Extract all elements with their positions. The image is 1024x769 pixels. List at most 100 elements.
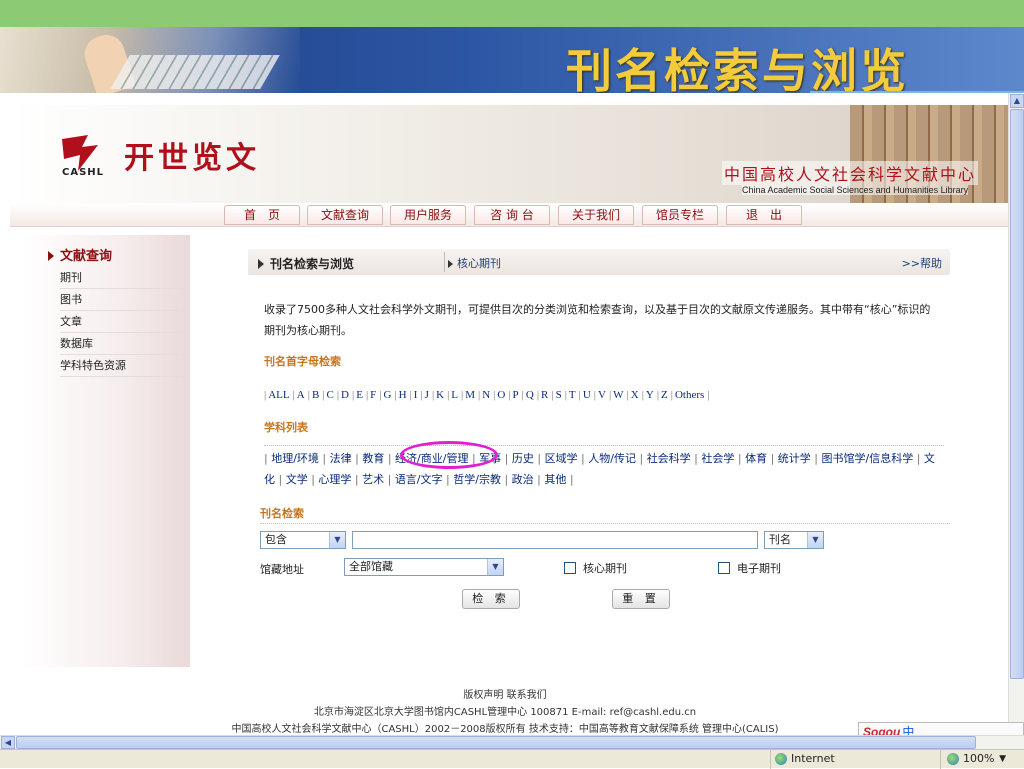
subject-link[interactable]: 社会学 (701, 452, 741, 465)
nav-user-services[interactable]: 用户服务 (390, 205, 466, 225)
letter-link-b[interactable]: B (308, 389, 320, 401)
letter-link-f[interactable]: F (366, 389, 376, 401)
sidebar-item-books[interactable]: 图书 (60, 289, 190, 311)
letter-link-p[interactable]: P (508, 389, 518, 401)
chevron-down-icon: ▼ (329, 532, 345, 548)
zoom-level: 100% (963, 752, 995, 765)
subject-link[interactable]: 心理学 (318, 473, 358, 486)
sidebar-item-databases[interactable]: 数据库 (60, 333, 190, 355)
search-input[interactable] (352, 531, 758, 549)
subject-link[interactable]: 其他 (544, 473, 573, 486)
footer-links[interactable]: 版权声明 联系我们 (0, 687, 1010, 704)
subject-link[interactable]: 地理/环境 (271, 452, 326, 465)
letter-link-c[interactable]: C (322, 389, 334, 401)
cashl-site: CASHL 开世览文 中国高校人文社会科学文献中心 China Academic… (10, 93, 1008, 667)
nav-literature-search[interactable]: 文献查询 (307, 205, 383, 225)
subject-link[interactable]: 历史 (512, 452, 541, 465)
triangle-right-icon (258, 259, 264, 269)
scroll-up-icon[interactable]: ▲ (1010, 94, 1024, 108)
subject-link[interactable]: 图书馆学/信息科学 (822, 452, 921, 465)
globe-icon (775, 753, 787, 765)
zoom-icon (947, 753, 959, 765)
sidebar-item-special-resources[interactable]: 学科特色资源 (60, 355, 190, 377)
letter-link-d[interactable]: D (337, 389, 349, 401)
letter-link-t[interactable]: T (565, 389, 576, 401)
letter-link-w[interactable]: W (609, 389, 624, 401)
subject-link[interactable]: 教育 (362, 452, 391, 465)
vertical-scrollbar[interactable]: ▲ (1008, 93, 1024, 735)
letter-link-o[interactable]: O (493, 389, 505, 401)
center-name-english: China Academic Social Sciences and Human… (742, 185, 969, 195)
letter-link-m[interactable]: M (461, 389, 475, 401)
scroll-thumb-horizontal[interactable] (16, 736, 976, 749)
location-select[interactable]: 全部馆藏 ▼ (344, 558, 504, 576)
electronic-journals-checkbox-label: 电子期刊 (737, 562, 781, 575)
main-content: 刊名检索与浏览 核心期刊 >>帮助 收录了7500多种人文社会科学外文期刊，可提… (248, 235, 960, 667)
nav-logout[interactable]: 退 出 (726, 205, 802, 225)
panel-title-text: 刊名检索与浏览 (270, 257, 355, 271)
letter-link-x[interactable]: X (627, 389, 639, 401)
logo-subtext: CASHL (62, 167, 105, 178)
letter-link-others[interactable]: Others (671, 389, 705, 401)
footer-address: 北京市海淀区北京大学图书馆内CASHL管理中心 100871 E-mail: r… (313, 707, 697, 718)
nav-help-desk[interactable]: 咨 询 台 (474, 205, 550, 225)
logo-text: 开世览文 (124, 141, 260, 176)
letter-link-y[interactable]: Y (642, 389, 654, 401)
core-journals-checkbox[interactable]: 核心期刊 (564, 560, 627, 576)
letter-link-e[interactable]: E (352, 389, 363, 401)
subject-link[interactable]: 人物/传记 (588, 452, 643, 465)
core-journals-link[interactable]: 核心期刊 (448, 255, 501, 271)
letter-link-r[interactable]: R (537, 389, 549, 401)
sidebar: 文献查询 期刊 图书 文章 数据库 学科特色资源 (20, 235, 190, 667)
subject-link[interactable]: 哲学/宗教 (453, 473, 508, 486)
subject-link[interactable]: 文学 (286, 473, 315, 486)
match-type-value: 包含 (265, 533, 287, 546)
checkbox-icon (718, 562, 730, 574)
letter-link-z[interactable]: Z (657, 389, 668, 401)
reset-button[interactable]: 重 置 (612, 589, 670, 609)
letter-link-u[interactable]: U (579, 389, 591, 401)
sidebar-title-text: 文献查询 (60, 249, 113, 264)
subject-link[interactable]: 统计学 (778, 452, 818, 465)
electronic-journals-checkbox[interactable]: 电子期刊 (718, 560, 781, 576)
zoom-control[interactable]: 100% ▼ (940, 750, 1024, 769)
letter-link-l[interactable]: L (447, 389, 458, 401)
subject-link[interactable]: 区域学 (545, 452, 585, 465)
scroll-left-icon[interactable]: ◀ (1, 736, 15, 749)
subject-link[interactable]: 艺术 (362, 473, 391, 486)
intro-text: 收录了7500多种人文社会科学外文期刊，可提供目次的分类浏览和检索查询，以及基于… (264, 303, 931, 337)
letter-link-j[interactable]: J (420, 389, 428, 401)
letter-link-n[interactable]: N (478, 389, 490, 401)
letter-link-h[interactable]: H (394, 389, 406, 401)
nav-about-us[interactable]: 关于我们 (558, 205, 634, 225)
search-button[interactable]: 检 索 (462, 589, 520, 609)
letter-link-g[interactable]: G (379, 389, 391, 401)
subject-link[interactable]: 法律 (330, 452, 359, 465)
letter-link-q[interactable]: Q (522, 389, 534, 401)
letter-link-v[interactable]: V (594, 389, 606, 401)
subject-link[interactable]: 语言/文字 (395, 473, 450, 486)
security-zone: Internet (770, 750, 940, 769)
letter-link-s[interactable]: S (551, 389, 561, 401)
match-type-select[interactable]: 包含 ▼ (260, 531, 346, 549)
letter-section-title: 刊名首字母检索 (264, 355, 341, 368)
nav-home[interactable]: 首 页 (224, 205, 300, 225)
letter-link-a[interactable]: A (293, 389, 305, 401)
keyboard-photo (0, 27, 300, 93)
help-link[interactable]: >>帮助 (902, 255, 942, 271)
subject-link[interactable]: 政治 (512, 473, 541, 486)
search-field-select[interactable]: 刊名 ▼ (764, 531, 824, 549)
chevron-down-icon[interactable]: ▼ (999, 750, 1006, 768)
letter-link-i[interactable]: I (410, 389, 418, 401)
subject-link[interactable]: 社会科学 (647, 452, 698, 465)
core-journals-checkbox-label: 核心期刊 (583, 562, 627, 575)
subject-link[interactable]: 体育 (745, 452, 774, 465)
letter-link-all[interactable]: ALL (264, 389, 290, 401)
nav-librarian-column[interactable]: 馆员专栏 (642, 205, 718, 225)
horizontal-scrollbar[interactable]: ◀ (0, 735, 1024, 749)
sidebar-item-articles[interactable]: 文章 (60, 311, 190, 333)
sidebar-item-journals[interactable]: 期刊 (60, 267, 190, 289)
letter-link-k[interactable]: K (432, 389, 444, 401)
scroll-thumb[interactable] (1010, 109, 1024, 679)
browser-statusbar: Internet 100% ▼ (0, 749, 1024, 769)
